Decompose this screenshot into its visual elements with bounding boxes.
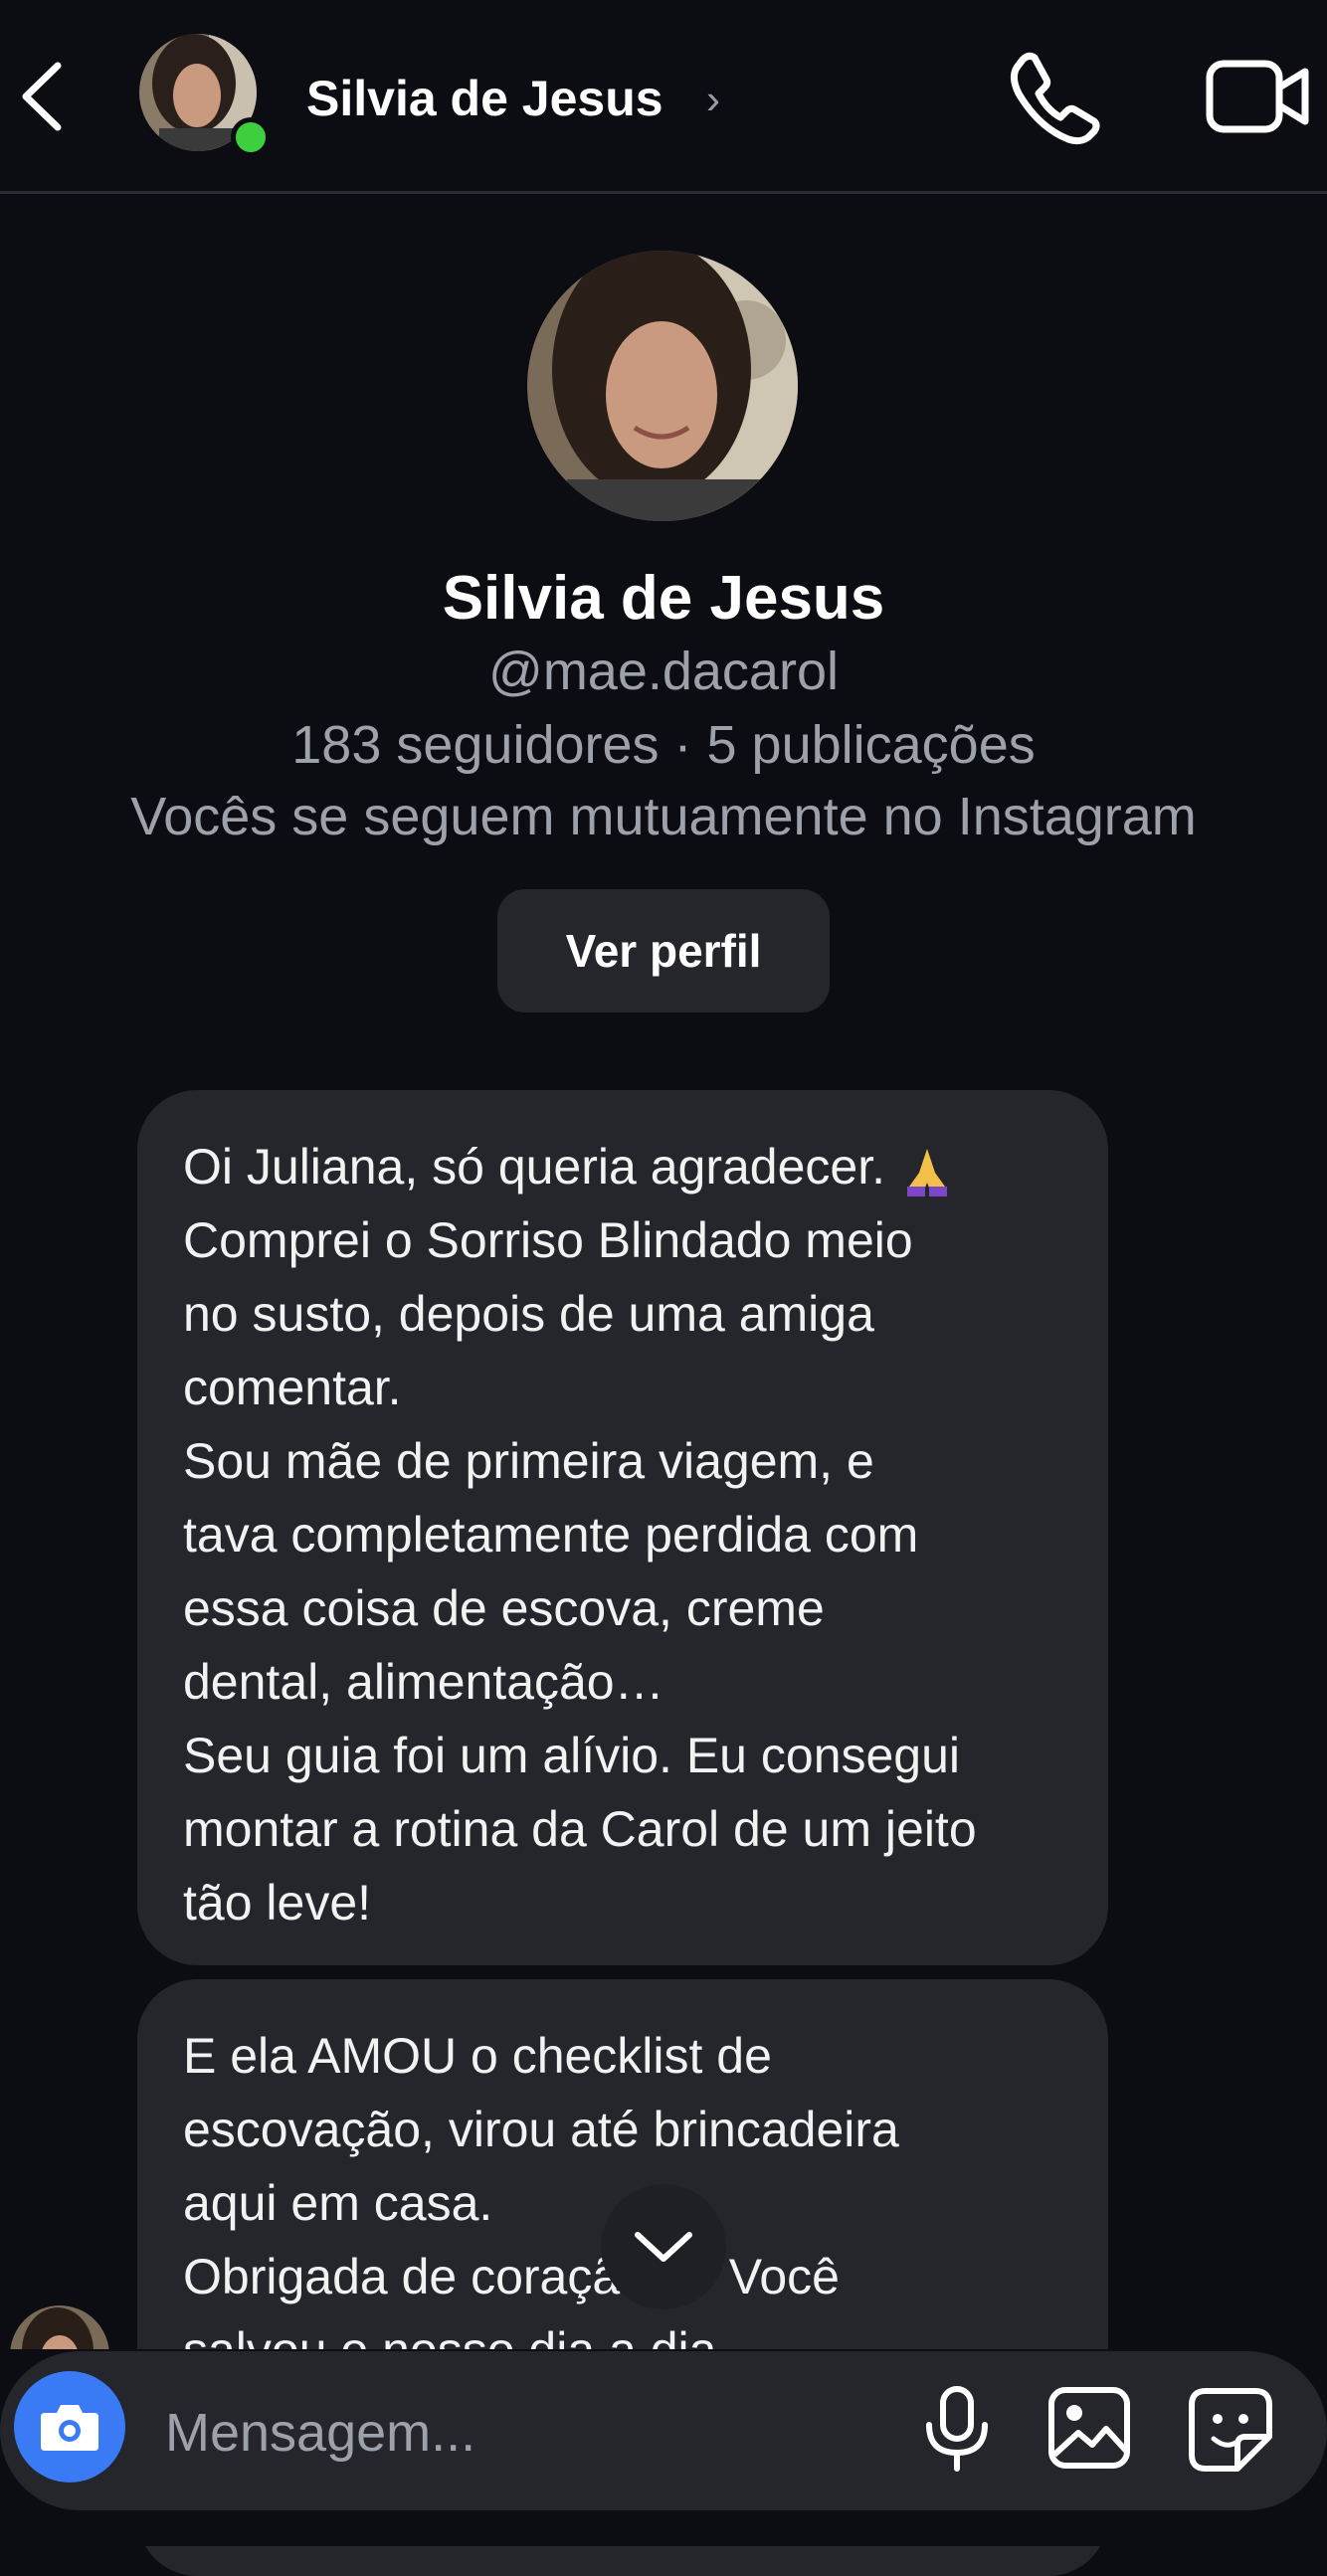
message-line: Sou mãe de primeira viagem, e <box>183 1433 874 1489</box>
message-line: Você <box>728 2249 840 2304</box>
message-line: E ela AMOU o checklist de <box>183 2028 772 2084</box>
chevron-down-icon <box>635 2232 692 2262</box>
chevron-right-icon[interactable]: › <box>706 76 720 123</box>
phone-icon[interactable] <box>1005 46 1104 145</box>
message-line: dental, alimentação… <box>183 1654 664 1710</box>
video-camera-icon[interactable] <box>1204 52 1313 141</box>
message-line: Obrigada de coração <box>183 2249 648 2304</box>
profile-name: Silvia de Jesus <box>442 564 885 633</box>
view-profile-button[interactable]: Ver perfil <box>497 889 830 1012</box>
message-line: essa coisa de escova, creme <box>183 1580 825 1636</box>
message-line: no susto, depois de uma amiga <box>183 1286 874 1342</box>
camera-icon <box>41 2405 98 2451</box>
profile-avatar[interactable] <box>527 251 798 521</box>
profile-stats: 183 seguidores · 5 publicações <box>291 715 1036 775</box>
folded-hands-emoji-icon <box>906 1148 947 1196</box>
gallery-icon[interactable] <box>1046 2385 1132 2471</box>
mutual-follow-note: Vocês se seguem mutuamente no Instagram <box>130 787 1197 846</box>
message-line: escovação, virou até brincadeira <box>183 2102 899 2157</box>
message-line: Seu guia foi um alívio. Eu consegui <box>183 1728 961 1783</box>
back-arrow-icon[interactable] <box>14 52 74 141</box>
header-contact-name[interactable]: Silvia de Jesus <box>306 70 664 127</box>
camera-button[interactable] <box>14 2371 125 2483</box>
message-line: Oi Juliana, só queria agradecer. <box>183 1139 885 1195</box>
scroll-to-bottom-button[interactable] <box>601 2184 726 2309</box>
sticker-icon[interactable] <box>1186 2385 1275 2475</box>
message-line: tava completamente perdida com <box>183 1507 919 1563</box>
microphone-icon[interactable] <box>919 2385 995 2475</box>
online-status-dot <box>231 117 271 157</box>
message-line: tão leve! <box>183 1875 372 1931</box>
chat-header: Silvia de Jesus › <box>0 0 1327 194</box>
message-bubble[interactable]: Oi Juliana, só queria agradecer. Comprei… <box>137 1090 1108 1965</box>
message-input[interactable] <box>163 2397 863 2469</box>
message-line: montar a rotina da Carol de um jeito <box>183 1801 977 1857</box>
profile-username: @mae.dacarol <box>488 642 839 701</box>
message-line: comentar. <box>183 1360 402 1415</box>
message-line: Comprei o Sorriso Blindado meio <box>183 1212 913 1268</box>
